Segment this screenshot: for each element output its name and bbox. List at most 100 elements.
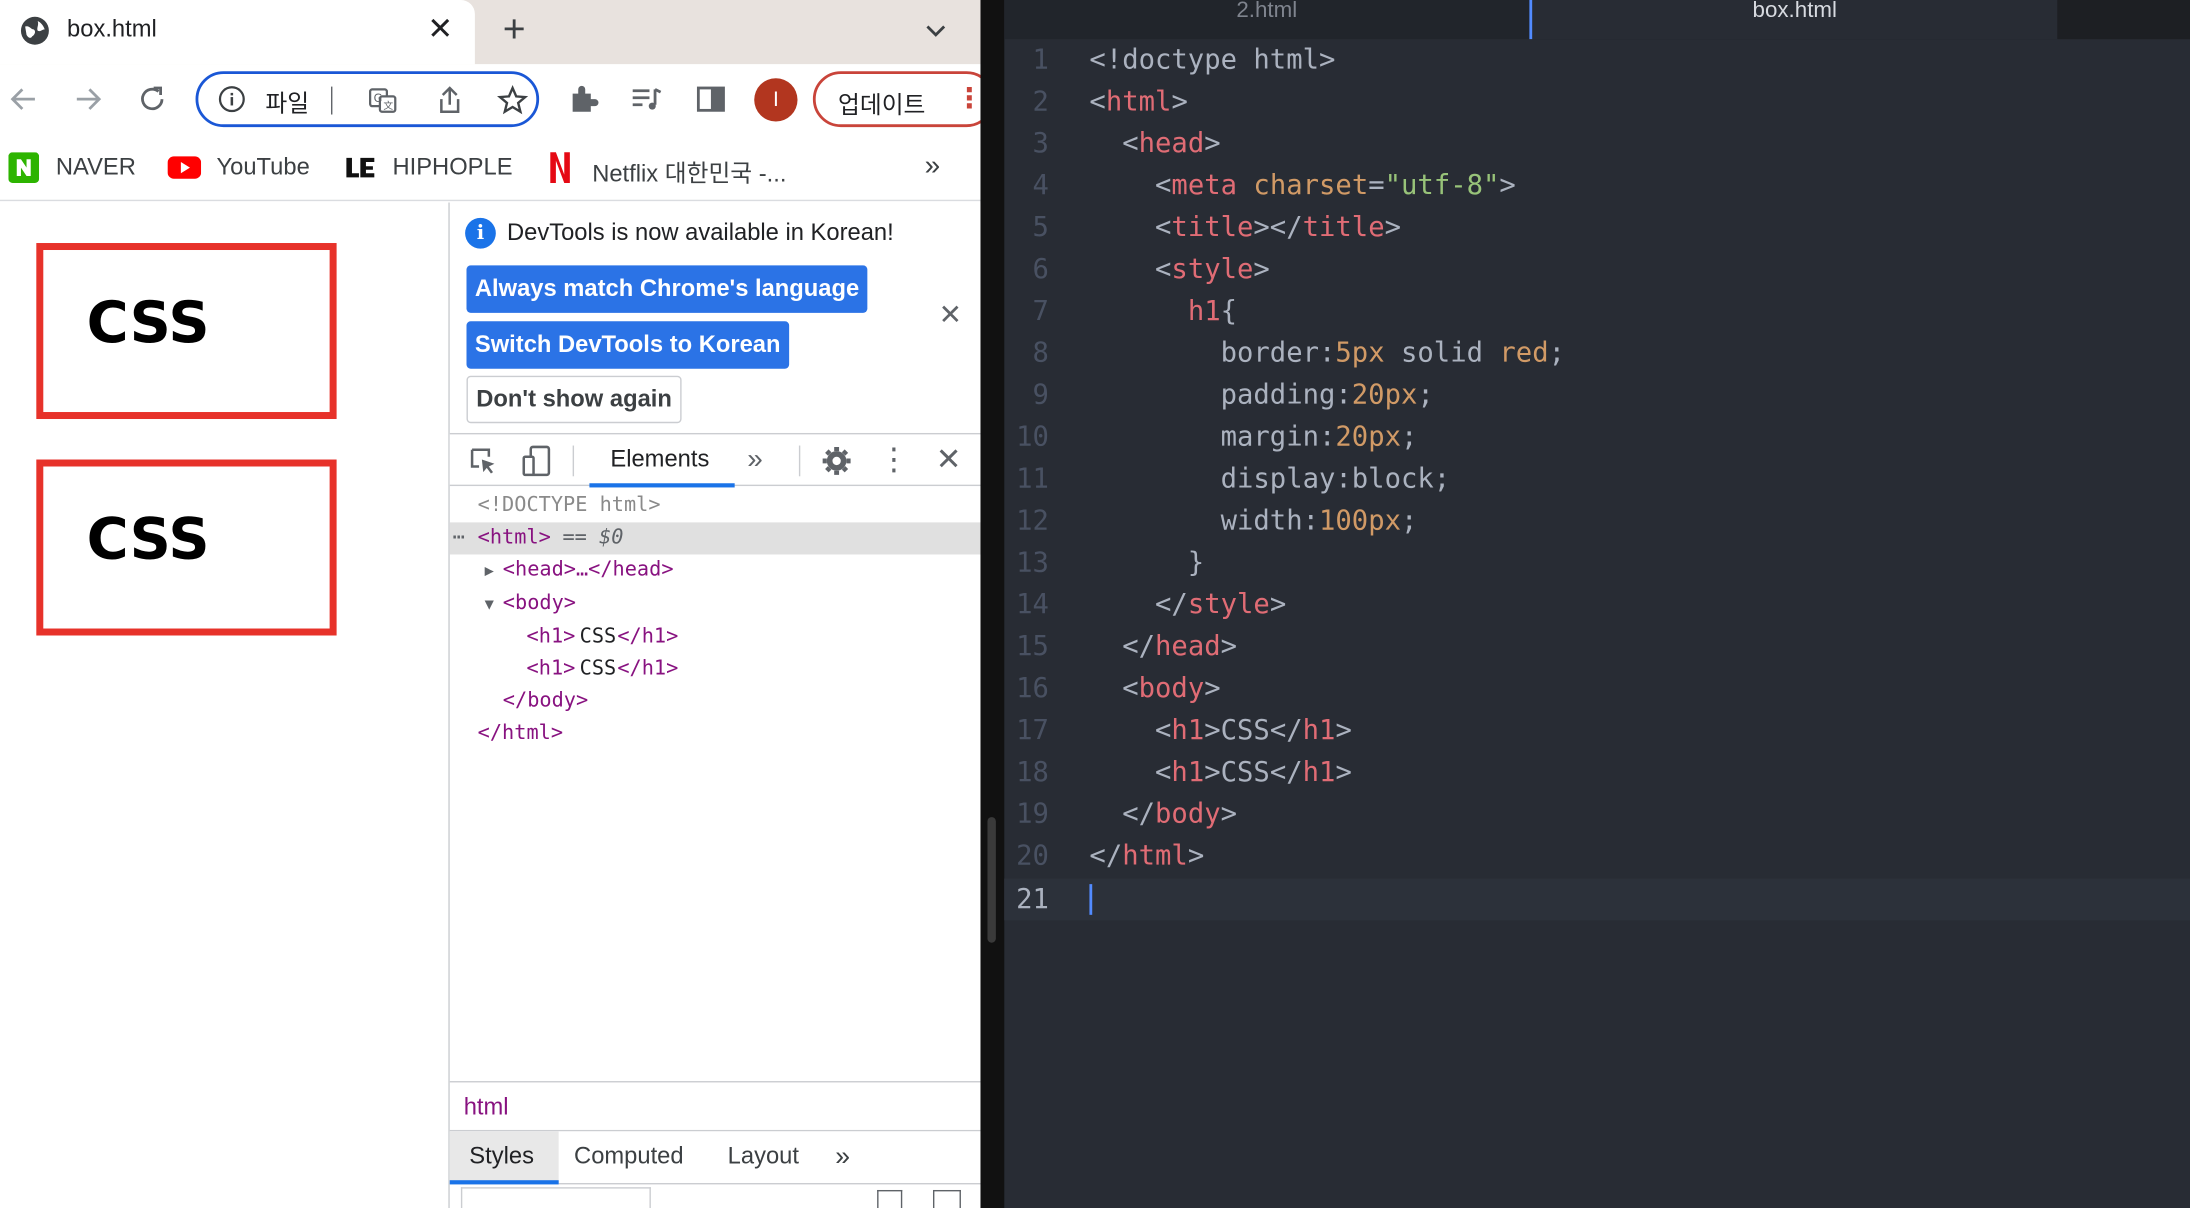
- bookmark-netflix[interactable]: Netflix 대한민국 -...: [548, 151, 799, 187]
- bookmark-label: HIPHOPLE: [392, 153, 513, 181]
- bookmark-hiphople[interactable]: HIPHOPLE: [345, 151, 520, 185]
- splitter-handle[interactable]: [987, 817, 996, 943]
- bookmarks-bar: NAVER YouTube HIPHOPLE Netflix 대한민국 -...: [0, 136, 981, 202]
- dom-node-body-close[interactable]: </body>: [450, 686, 981, 718]
- code-token: charset: [1253, 169, 1369, 202]
- code-area[interactable]: 1 <!doctype html> 2 <html> 3 <head> 4 <met…: [1004, 39, 2190, 1208]
- h1-text: CSS: [579, 657, 617, 681]
- more-vertical-icon[interactable]: ⋮: [955, 82, 980, 116]
- info-circle-icon[interactable]: [218, 85, 246, 113]
- collapse-triangle-icon[interactable]: ▼: [485, 588, 494, 620]
- tab-computed[interactable]: Computed: [574, 1143, 684, 1171]
- new-style-rule-icon[interactable]: [877, 1189, 903, 1208]
- close-devtools-icon[interactable]: ✕: [936, 443, 970, 478]
- editor-tab-box-html[interactable]: box.html: [1529, 0, 2058, 40]
- toolbar-divider: [572, 445, 575, 477]
- tab-elements[interactable]: Elements: [589, 434, 735, 488]
- dom-node-h1[interactable]: <h1> CSS </h1>: [450, 654, 981, 686]
- code-text: <!doctype html>: [1089, 39, 1335, 81]
- youtube-logo-icon: [167, 154, 202, 182]
- editor-tab-bar: 2.html box.html: [1004, 0, 2190, 40]
- dom-node-html[interactable]: ⋯ <html> == $0: [449, 522, 981, 555]
- code-token: style: [1171, 252, 1254, 285]
- code-token: 20px: [1351, 378, 1418, 411]
- window-splitter[interactable]: [980, 0, 1005, 1208]
- body-tag: <body>: [502, 592, 576, 615]
- dom-node-html-close[interactable]: </html>: [450, 718, 981, 750]
- line-number: 14: [1016, 588, 1049, 621]
- breadcrumb-item-html[interactable]: html: [464, 1094, 509, 1122]
- profile-avatar[interactable]: I: [754, 78, 798, 122]
- toggle-sidebar-icon[interactable]: [932, 1189, 961, 1208]
- device-toolbar-icon[interactable]: [520, 444, 554, 478]
- dom-node-body[interactable]: ▼ <body>: [450, 588, 981, 620]
- code-token: display:: [1220, 462, 1352, 495]
- code-token: meta: [1171, 169, 1238, 202]
- address-bar[interactable]: 파일 G文: [195, 71, 540, 128]
- line-number: 9: [1032, 378, 1049, 411]
- dom-node-h1[interactable]: <h1> CSS </h1>: [450, 622, 981, 654]
- code-line: 17 <h1>CSS</h1>: [1004, 710, 2190, 752]
- switch-to-korean-button[interactable]: Switch DevTools to Korean: [466, 321, 789, 369]
- code-token: h1: [1171, 755, 1205, 788]
- dont-show-again-button[interactable]: Don't show again: [466, 375, 682, 424]
- filter-input[interactable]: [460, 1187, 651, 1208]
- html-tag: <html>: [477, 526, 551, 549]
- code-text: margin:20px;: [1220, 420, 1418, 453]
- extensions-puzzle-icon[interactable]: [566, 81, 602, 117]
- code-text: </html>: [1089, 839, 1205, 872]
- back-arrow-icon[interactable]: [6, 81, 42, 117]
- tab-styles-label[interactable]: Styles: [469, 1143, 534, 1171]
- code-token: margin:: [1220, 420, 1336, 453]
- dom-node-head[interactable]: ▶ <head>…</head>: [450, 554, 981, 586]
- page-viewport: CSS CSS: [0, 202, 449, 1208]
- new-tab-icon[interactable]: +: [503, 8, 526, 50]
- code-token: 5px: [1335, 336, 1385, 369]
- body-close-tag: </body>: [502, 689, 589, 713]
- more-vertical-icon[interactable]: ⋮: [877, 443, 911, 478]
- tab-layout[interactable]: Layout: [728, 1143, 799, 1171]
- more-tabs-chevron-icon[interactable]: »: [747, 444, 781, 478]
- code-text: <title></title>: [1089, 210, 1402, 244]
- forward-arrow-icon[interactable]: [70, 81, 106, 117]
- code-token: 20px: [1335, 420, 1401, 453]
- globe-icon: [20, 15, 51, 46]
- star-icon[interactable]: [496, 84, 530, 118]
- bookmark-youtube[interactable]: YouTube: [167, 151, 315, 185]
- code-line: 14 </style>: [1004, 584, 2190, 626]
- translate-icon[interactable]: G文: [366, 84, 400, 118]
- code-text: border:5px solid red;: [1220, 336, 1566, 369]
- dom-node-doctype[interactable]: <!DOCTYPE html>: [450, 490, 981, 522]
- code-line-current: 21: [1004, 878, 2190, 921]
- always-match-language-button[interactable]: Always match Chrome's language: [466, 265, 868, 313]
- css-heading-box: CSS: [36, 459, 337, 636]
- code-token: head: [1138, 127, 1205, 160]
- gear-icon[interactable]: [820, 444, 854, 478]
- tab-box-html[interactable]: box.html ✕: [0, 0, 475, 65]
- side-panel-icon[interactable]: [693, 81, 729, 117]
- inspect-element-icon[interactable]: [466, 444, 500, 478]
- code-token: h1: [1302, 755, 1336, 788]
- chevron-down-icon[interactable]: [919, 14, 953, 48]
- code-line: 6 <style>: [1004, 249, 2190, 291]
- line-number: 20: [1016, 839, 1049, 872]
- code-token: padding:: [1220, 378, 1352, 411]
- more-tabs-chevron-icon[interactable]: »: [835, 1143, 850, 1174]
- share-icon[interactable]: [433, 84, 467, 118]
- editor-tab-2-html[interactable]: 2.html: [1004, 0, 1529, 39]
- bookmarks-overflow-icon[interactable]: »: [925, 151, 941, 183]
- code-line: 16 <body>: [1004, 668, 2190, 710]
- media-queue-icon[interactable]: [629, 81, 665, 117]
- close-infobar-icon[interactable]: ✕: [939, 297, 962, 332]
- code-token: red: [1499, 336, 1549, 369]
- update-button[interactable]: 업데이트 ⋮: [812, 71, 981, 128]
- expand-triangle-icon[interactable]: ▶: [485, 554, 494, 586]
- code-line: 2 <html>: [1004, 81, 2190, 123]
- line-number: 7: [1032, 294, 1049, 327]
- code-text: padding:20px;: [1220, 378, 1434, 411]
- reload-icon[interactable]: [134, 81, 170, 117]
- close-tab-icon[interactable]: ✕: [427, 11, 453, 47]
- line-number: 8: [1032, 336, 1049, 369]
- line-number: 18: [1016, 755, 1049, 788]
- bookmark-naver[interactable]: NAVER: [8, 151, 136, 185]
